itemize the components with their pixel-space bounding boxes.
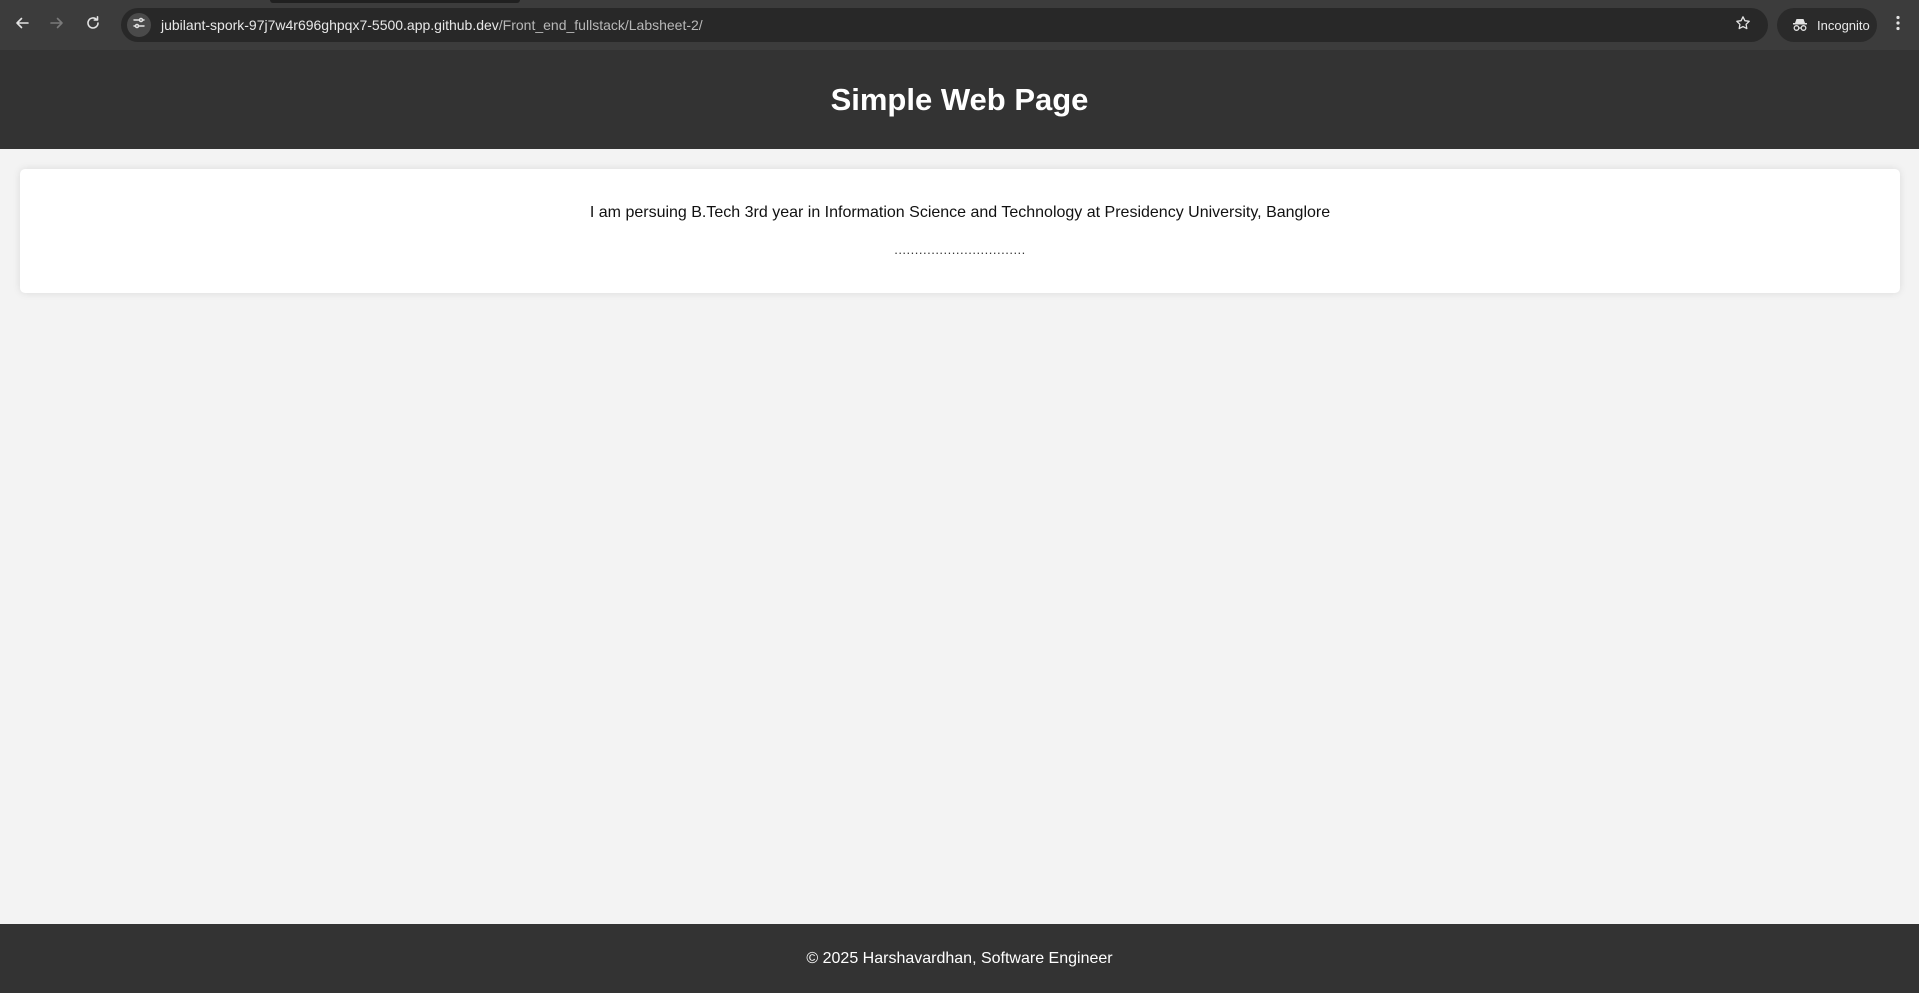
- back-button[interactable]: [8, 11, 36, 39]
- page-header: Simple Web Page: [0, 50, 1919, 149]
- bookmark-button[interactable]: [1732, 14, 1754, 36]
- incognito-label: Incognito: [1817, 17, 1870, 33]
- reload-icon: [85, 15, 101, 35]
- reload-button[interactable]: [79, 11, 107, 39]
- site-info-button[interactable]: [127, 13, 151, 37]
- browser-toolbar: jubilant-spork-97j7w4r696ghpqx7-5500.app…: [0, 0, 1919, 50]
- url-display[interactable]: jubilant-spork-97j7w4r696ghpqx7-5500.app…: [161, 17, 703, 33]
- star-icon: [1735, 15, 1751, 36]
- content-card: I am persuing B.Tech 3rd year in Informa…: [20, 169, 1900, 293]
- browser-menu-button[interactable]: [1885, 11, 1911, 39]
- incognito-profile-button[interactable]: Incognito: [1777, 8, 1877, 42]
- arrow-right-icon: [49, 15, 65, 35]
- address-bar[interactable]: jubilant-spork-97j7w4r696ghpqx7-5500.app…: [121, 8, 1768, 42]
- page-footer: © 2025 Harshavardhan, Software Engineer: [0, 924, 1919, 993]
- intro-text: I am persuing B.Tech 3rd year in Informa…: [589, 204, 1331, 221]
- active-tab-indicator: [270, 0, 520, 3]
- kebab-menu-icon: [1896, 15, 1900, 36]
- dotted-line: ................................: [894, 242, 1026, 257]
- forward-button[interactable]: [43, 11, 71, 39]
- arrow-left-icon: [14, 15, 30, 35]
- url-host: jubilant-spork-97j7w4r696ghpqx7-5500.app…: [161, 17, 499, 33]
- tune-icon: [132, 16, 146, 35]
- incognito-icon: [1791, 18, 1809, 32]
- page-title: Simple Web Page: [830, 81, 1089, 117]
- footer-text: © 2025 Harshavardhan, Software Engineer: [806, 949, 1113, 967]
- url-path: /Front_end_fullstack/Labsheet-2/: [498, 17, 703, 33]
